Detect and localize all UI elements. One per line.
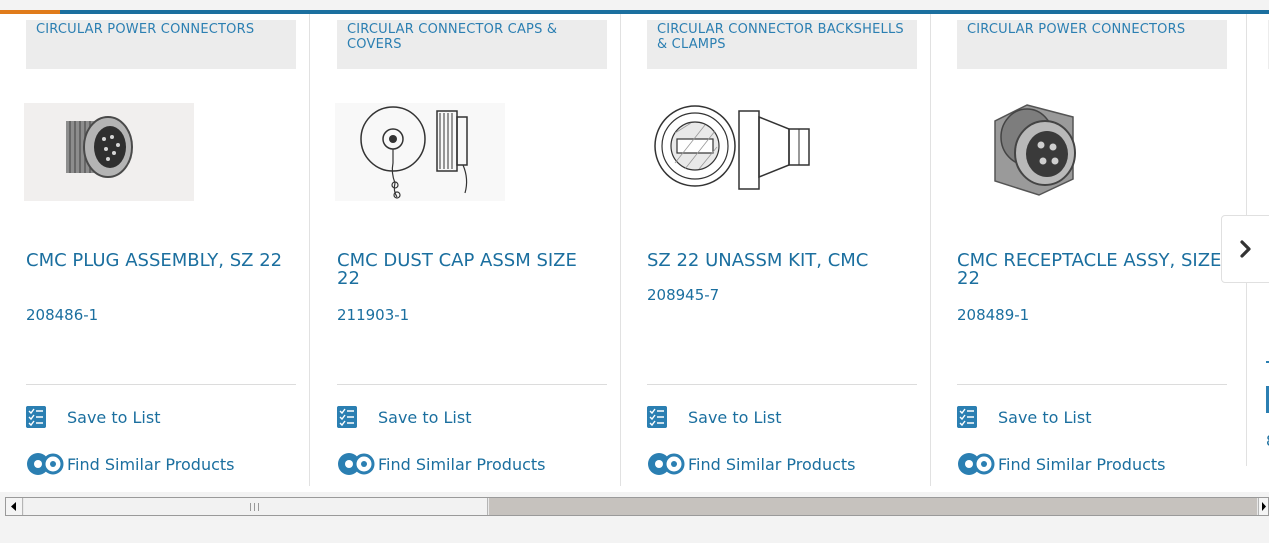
find-similar-label: Find Similar Products xyxy=(998,454,1166,474)
gears-icon xyxy=(958,453,995,475)
category-label[interactable]: CIRCULAR CONNECTOR CAPS & COVERS xyxy=(337,20,607,69)
card-separator xyxy=(309,14,310,486)
part-number[interactable]: 208489-1 xyxy=(957,306,1029,324)
chevron-right-icon xyxy=(1240,240,1251,258)
gears-icon xyxy=(648,453,685,475)
find-similar-label: Find Similar Products xyxy=(688,454,856,474)
save-to-list-button[interactable]: Save to List xyxy=(647,406,781,428)
save-to-list-button[interactable]: Save to List xyxy=(337,406,471,428)
save-to-list-label: Save to List xyxy=(998,407,1092,427)
product-card: CIRCULAR CONNECTOR BACKSHELLS & CLAMPS S… xyxy=(621,14,931,492)
card-divider-line xyxy=(957,384,1227,385)
card-divider-line xyxy=(337,384,607,385)
category-label[interactable]: CIRCULAR CONNECTOR BACKSHELLS & CLAMPS xyxy=(647,20,917,69)
scroll-left-button[interactable] xyxy=(6,498,23,515)
save-to-list-button[interactable]: Save to List xyxy=(957,406,1091,428)
find-similar-button[interactable]: Find Similar Products xyxy=(647,451,856,477)
product-title[interactable]: CMC DUST CAP ASSM SIZE 22 xyxy=(337,252,605,288)
save-to-list-label: Save to List xyxy=(378,407,472,427)
find-similar-label: Find Similar Products xyxy=(67,454,235,474)
part-number[interactable]: 208486-1 xyxy=(26,306,98,324)
product-image-backshell-kit[interactable] xyxy=(645,103,815,201)
gears-icon xyxy=(27,453,64,475)
arrow-left-icon xyxy=(11,502,16,511)
product-carousel: CIRCULAR POWER CONNECTORS CMC PLUG ASSEM… xyxy=(0,14,1269,492)
category-label[interactable]: CIRCULAR POWER CONNECTORS xyxy=(26,20,296,69)
arrow-right-icon xyxy=(1261,502,1266,511)
scrollbar-grip xyxy=(250,503,259,511)
product-image-dust-cap[interactable] xyxy=(335,103,505,201)
checklist-icon xyxy=(957,406,977,428)
find-similar-label: Find Similar Products xyxy=(378,454,546,474)
part-number[interactable]: 211903-1 xyxy=(337,306,409,324)
product-title[interactable]: CMC PLUG ASSEMBLY, SZ 22 xyxy=(26,252,294,270)
scroll-right-button[interactable] xyxy=(1258,498,1268,515)
find-similar-button[interactable]: Find Similar Products xyxy=(26,451,235,477)
horizontal-scrollbar[interactable] xyxy=(5,497,1269,516)
product-image-plug-assembly[interactable] xyxy=(24,103,194,201)
save-to-list-label: Save to List xyxy=(688,407,782,427)
card-divider-line xyxy=(26,384,296,385)
gears-icon xyxy=(338,453,375,475)
carousel-next-button[interactable] xyxy=(1221,215,1269,283)
product-title[interactable]: SZ 22 UNASSM KIT, CMC xyxy=(647,252,915,270)
part-number[interactable]: 208945-7 xyxy=(647,286,719,304)
checklist-icon xyxy=(337,406,357,428)
product-card: CIRCULAR CONNECTOR CAPS & COVERS CMC DUS… xyxy=(311,14,621,492)
product-image-receptacle[interactable] xyxy=(955,103,1125,201)
product-title[interactable]: CMC RECEPTACLE ASSY, SIZE 22 xyxy=(957,252,1225,288)
checklist-icon xyxy=(26,406,46,428)
find-similar-button[interactable]: Find Similar Products xyxy=(957,451,1166,477)
scrollbar-track[interactable] xyxy=(489,498,1257,515)
find-similar-button[interactable]: Find Similar Products xyxy=(337,451,546,477)
product-card: CIRCULAR POWER CONNECTORS CMC PLUG ASSEM… xyxy=(0,14,310,492)
card-divider-line xyxy=(647,384,917,385)
checklist-icon xyxy=(647,406,667,428)
save-to-list-button[interactable]: Save to List xyxy=(26,406,160,428)
category-label[interactable]: CIRCULAR POWER CONNECTORS xyxy=(957,20,1227,69)
save-to-list-label: Save to List xyxy=(67,407,161,427)
scrollbar-thumb[interactable] xyxy=(24,498,488,515)
product-card: CIRCULAR POWER CONNECTORS CMC RECEPTACLE… xyxy=(931,14,1241,492)
